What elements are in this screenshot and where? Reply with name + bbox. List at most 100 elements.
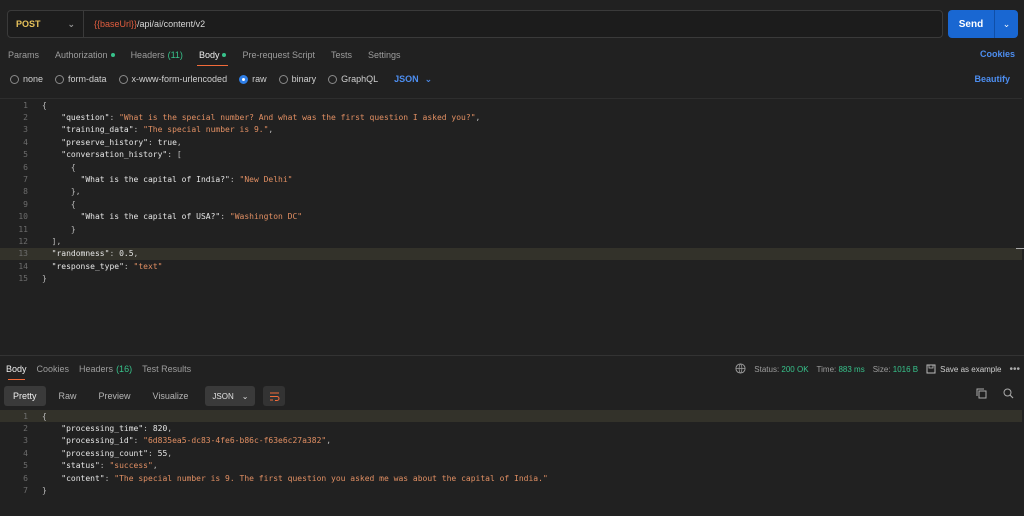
body-type-raw[interactable]: raw (239, 74, 267, 84)
radio-icon (118, 74, 128, 84)
view-preview[interactable]: Preview (90, 386, 140, 406)
response-tab-test-results[interactable]: Test Results (138, 358, 195, 380)
view-pretty[interactable]: Pretty (4, 386, 46, 406)
wrap-lines-button[interactable] (263, 386, 286, 406)
code-text: "status": "success", (61, 461, 158, 471)
tab-label: Tests (330, 50, 352, 60)
tab-headers[interactable]: Headers (11) (123, 44, 191, 66)
divider (0, 355, 1024, 356)
line-number: 2 (23, 113, 28, 123)
request-bar: POST ⌄ {{baseUrl}}/api/ai/content/v2 (7, 10, 943, 38)
code-text: "training_data": "The special number is … (61, 125, 274, 135)
line-number: 4 (23, 137, 28, 147)
beautify-button[interactable]: Beautify (974, 74, 1010, 84)
save-as-example-button[interactable]: Save as example (926, 364, 1001, 374)
request-body-editor[interactable]: 1{2 "question": "What is the special num… (0, 98, 1022, 354)
response-toolbar: Pretty Raw Preview Visualize JSON ⌄ (4, 386, 286, 406)
body-type-graphql[interactable]: GraphQL (328, 74, 378, 84)
save-icon (926, 364, 936, 374)
response-tab-body[interactable]: Body (2, 358, 31, 380)
body-type-label: x-www-form-urlencoded (131, 74, 228, 84)
line-number: 6 (23, 473, 28, 483)
response-format-select[interactable]: JSON ⌄ (205, 386, 256, 406)
body-type-binary[interactable]: binary (278, 74, 316, 84)
code-line: 5 "status": "success", (0, 460, 1022, 472)
send-group: Send ⌄ (948, 10, 1018, 38)
line-number: 10 (18, 212, 28, 222)
line-number: 11 (18, 224, 28, 234)
method-select[interactable]: POST ⌄ (8, 11, 84, 37)
view-visualize[interactable]: Visualize (144, 386, 198, 406)
code-line: 5 "conversation_history": [ (0, 149, 1022, 161)
send-dropdown-button[interactable]: ⌄ (994, 10, 1018, 38)
code-line: 2 "question": "What is the special numbe… (0, 111, 1022, 123)
code-text: { (42, 411, 47, 421)
line-number: 4 (23, 448, 28, 458)
radio-icon (278, 74, 288, 84)
tab-settings[interactable]: Settings (360, 44, 409, 66)
body-type-label: form-data (68, 74, 107, 84)
search-icon[interactable] (1003, 388, 1014, 401)
size-label: Size: (872, 364, 891, 374)
tab-label: Pre-request Script (242, 50, 315, 60)
tab-params[interactable]: Params (0, 44, 47, 66)
url-input[interactable]: {{baseUrl}}/api/ai/content/v2 (84, 19, 205, 29)
code-line: 1{ (0, 410, 1022, 423)
response-tab-cookies[interactable]: Cookies (33, 358, 74, 380)
format-select[interactable]: JSON ⌄ (394, 74, 432, 85)
response-tab-headers[interactable]: Headers (16) (75, 358, 136, 380)
cookies-link[interactable]: Cookies (980, 49, 1015, 59)
tab-count: (16) (116, 364, 133, 374)
response-actions (976, 388, 1014, 401)
format-label: JSON (212, 391, 234, 401)
time-info: Time: 883 ms (817, 365, 865, 374)
response-body-viewer[interactable]: 1{2 "processing_time": 820, 3 "processing… (0, 410, 1022, 510)
radio-icon (10, 74, 19, 84)
status-dot-icon (222, 53, 227, 57)
code-text: "content": "The special number is 9. The… (61, 473, 548, 483)
tab-pre-request-script[interactable]: Pre-request Script (234, 44, 323, 66)
code-line: 14 "response_type": "text" (0, 260, 1022, 272)
code-text: "processing_time": 820, (61, 424, 173, 434)
chevron-down-icon: ⌄ (241, 391, 249, 401)
time-value: 883 ms (838, 364, 865, 374)
body-type-options: none form-data x-www-form-urlencoded raw bin… (10, 70, 432, 88)
radio-icon (55, 74, 65, 84)
copy-icon[interactable] (976, 388, 987, 401)
view-raw[interactable]: Raw (50, 386, 86, 406)
code-line: 4 "processing_count": 55, (0, 447, 1022, 459)
line-number: 12 (18, 236, 28, 246)
tab-body[interactable]: Body (191, 44, 235, 66)
size-info: Size: 1016 B (873, 365, 918, 374)
tab-count: (11) (167, 50, 183, 60)
code-line: 1{ (0, 99, 1022, 111)
body-type-form-data[interactable]: form-data (55, 74, 107, 84)
size-value: 1016 B (892, 364, 919, 374)
code-line: 9 { (0, 198, 1022, 210)
status-dot-icon (110, 53, 115, 57)
code-line: 4 "preserve_history": true, (0, 136, 1022, 148)
code-line: 2 "processing_time": 820, (0, 422, 1022, 434)
chevron-down-icon: ⌄ (1002, 18, 1011, 29)
code-text: "randomness": 0.5, (51, 249, 139, 259)
tab-authorization[interactable]: Authorization (47, 44, 123, 66)
code-text: "What is the capital of USA?": "Washingt… (80, 212, 303, 222)
body-type-none[interactable]: none (10, 74, 43, 84)
code-text: } (70, 224, 76, 234)
request-tabs: Params Authorization Headers (11) Body Pre-re… (0, 44, 1024, 66)
tab-tests[interactable]: Tests (323, 44, 360, 66)
time-label: Time: (816, 364, 837, 374)
tab-label: Authorization (55, 50, 108, 60)
send-button[interactable]: Send (948, 10, 994, 38)
code-line: 11 } (0, 223, 1022, 235)
body-type-x-www-form-urlencoded[interactable]: x-www-form-urlencoded (118, 74, 228, 84)
code-line: 7} (0, 484, 1022, 496)
line-number: 5 (23, 461, 28, 471)
more-options-icon[interactable]: ••• (1009, 364, 1020, 375)
save-as-example-label: Save as example (940, 364, 1002, 374)
line-number: 6 (23, 162, 28, 172)
line-number: 3 (23, 125, 28, 135)
body-type-label: none (23, 74, 44, 84)
radio-icon (239, 74, 249, 84)
globe-icon[interactable] (735, 362, 746, 376)
